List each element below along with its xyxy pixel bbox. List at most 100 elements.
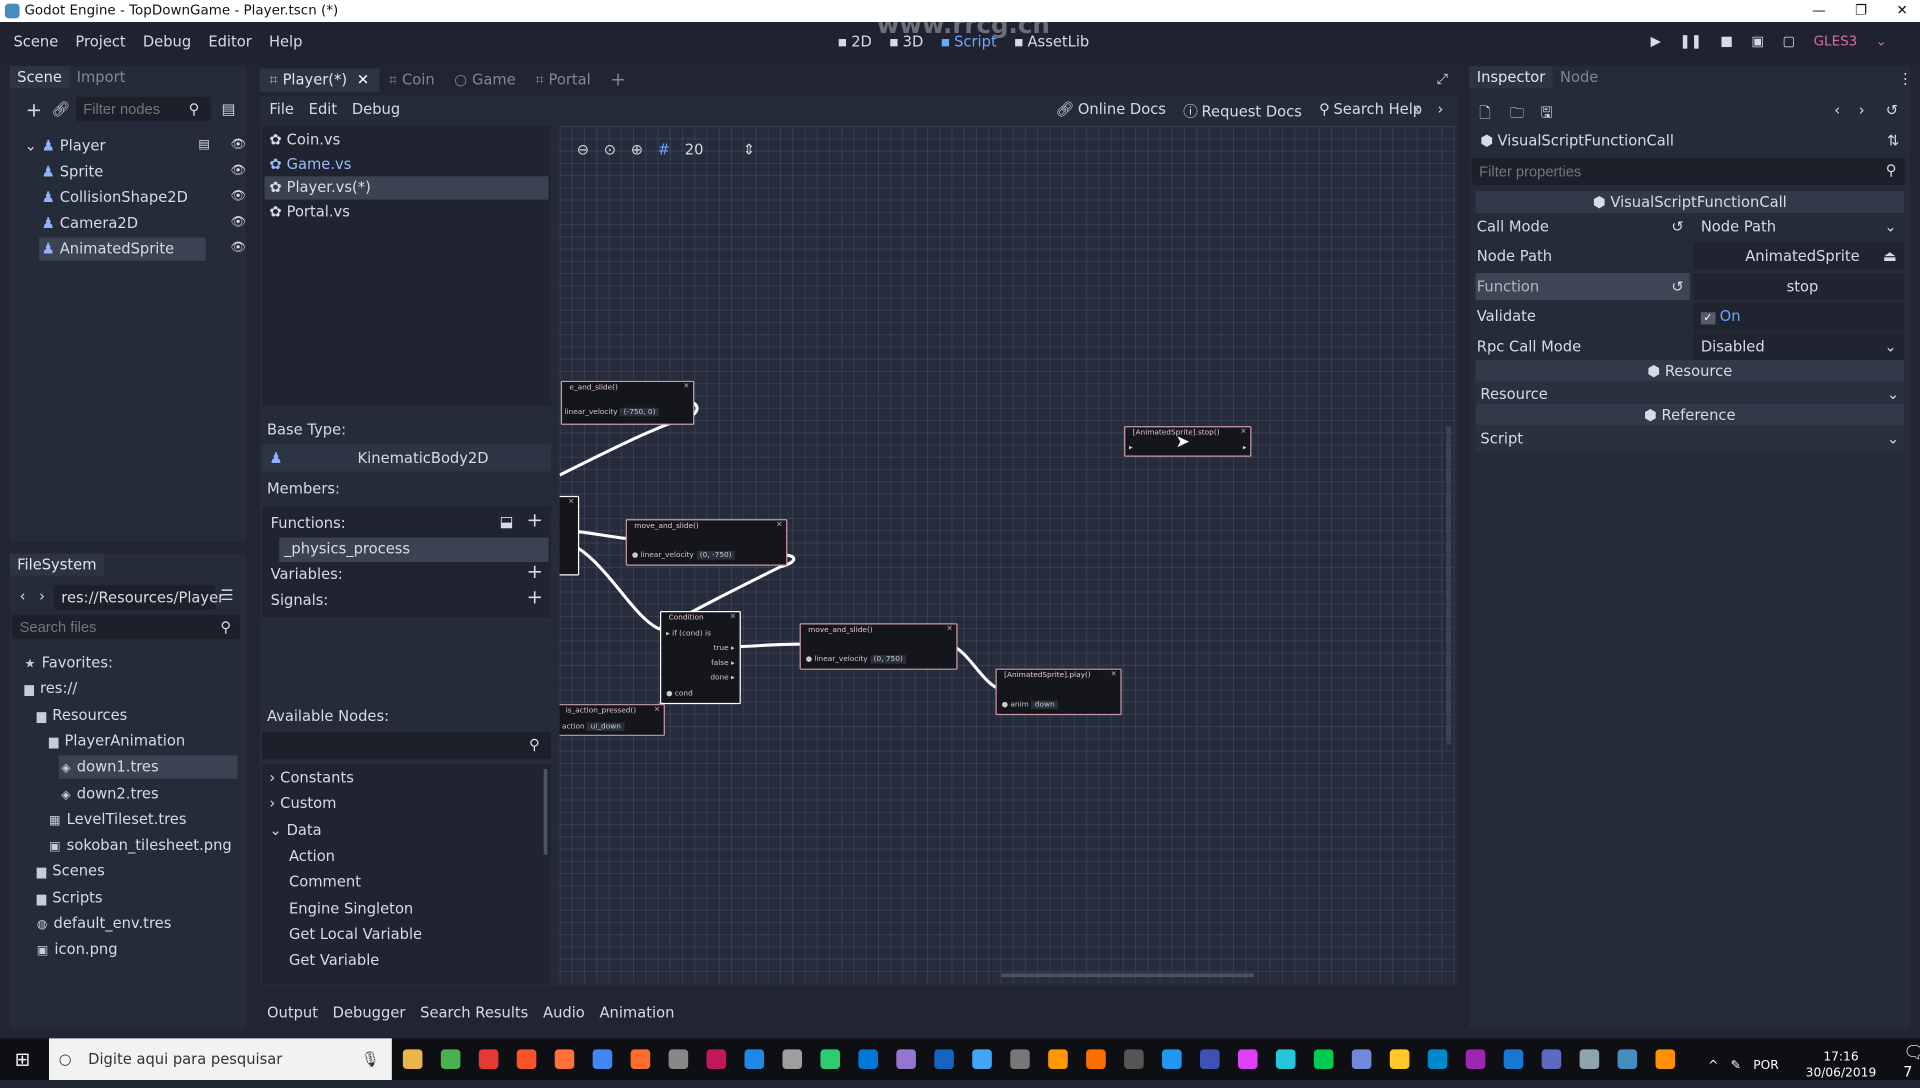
menu-scene[interactable]: Scene xyxy=(13,33,58,50)
tab-node[interactable]: Node xyxy=(1553,66,1606,88)
close-icon[interactable]: ✕ xyxy=(1111,670,1117,679)
taskbar-app-icon[interactable] xyxy=(706,1049,727,1069)
taskbar-app-icon[interactable] xyxy=(972,1049,992,1069)
taskbar-app-icon[interactable] xyxy=(1503,1049,1524,1069)
taskbar-app-icon[interactable] xyxy=(1237,1049,1258,1069)
taskbar-app-icon[interactable] xyxy=(782,1049,803,1069)
microphone-icon[interactable]: 🎙︎ xyxy=(361,1038,380,1080)
taskbar-app-icon[interactable] xyxy=(1086,1049,1106,1069)
add-function-button[interactable]: + xyxy=(527,508,543,531)
close-icon[interactable]: ✕ xyxy=(776,520,782,529)
script-menu-debug[interactable]: Debug xyxy=(352,100,400,117)
node-param-value[interactable]: ui_down xyxy=(587,722,625,732)
section-reference[interactable]: ⬢ Reference xyxy=(1475,404,1905,427)
node-param-value[interactable]: (0, 750) xyxy=(870,655,907,664)
file-item[interactable]: ▆ Scripts xyxy=(34,886,237,909)
tab-player[interactable]: ⌗ Player(*) ✕ xyxy=(259,68,380,92)
save-icon[interactable]: 🖫︎ xyxy=(1540,102,1553,128)
taskbar-app-icon[interactable] xyxy=(1048,1049,1068,1069)
taskbar-app-icon[interactable] xyxy=(820,1049,841,1069)
bottom-tab-debugger[interactable]: Debugger xyxy=(333,1004,406,1021)
taskbar-app-icon[interactable] xyxy=(1427,1049,1448,1069)
graph-node-is-action-pressed[interactable]: is_action_pressed() ✕ action ui_down xyxy=(559,704,665,736)
taskbar-app-icon[interactable] xyxy=(744,1049,765,1069)
notifications-icon[interactable]: 🗨︎7 xyxy=(1903,1043,1920,1088)
add-signal-button[interactable]: + xyxy=(527,585,543,608)
tab-coin[interactable]: ⌗ Coin xyxy=(379,69,444,92)
prev-script-icon[interactable]: ‹ xyxy=(1414,100,1420,117)
graph-node-move-and-slide[interactable]: e_and_slide() ✕ linear_velocity (-750, 0) xyxy=(560,380,695,425)
taskbar-app-icon[interactable] xyxy=(934,1049,954,1069)
bottom-tab-audio[interactable]: Audio xyxy=(543,1004,585,1021)
available-node-item[interactable]: Engine Singleton xyxy=(289,899,413,916)
menu-project[interactable]: Project xyxy=(75,33,125,50)
node-path-field[interactable]: AnimatedSprite ⏏ xyxy=(1693,242,1905,270)
taskbar-app-icon[interactable] xyxy=(1617,1049,1638,1069)
taskbar-app-icon[interactable] xyxy=(1579,1049,1600,1069)
section-visualscriptfunctioncall[interactable]: ⬢ VisualScriptFunctionCall xyxy=(1475,191,1905,214)
collapse-arrow-icon[interactable]: ⌄ xyxy=(24,137,36,154)
add-variable-button[interactable]: + xyxy=(527,560,543,583)
taskbar-app-icon[interactable] xyxy=(1162,1049,1182,1069)
close-icon[interactable]: ✕ xyxy=(654,705,660,714)
taskbar-app-icon[interactable] xyxy=(1124,1049,1144,1069)
help-online-docs[interactable]: 🔗︎ Online Docs xyxy=(1056,100,1166,121)
graph-node-animated-sprite-play[interactable]: [AnimatedSprite].play() ✕ ● anim down xyxy=(995,668,1122,716)
history-forward-icon[interactable]: › xyxy=(1859,102,1865,119)
revert-icon[interactable]: ↺ xyxy=(1671,273,1683,300)
bottom-tab-animation[interactable]: Animation xyxy=(599,1004,674,1021)
language-indicator[interactable]: POR xyxy=(1753,1059,1779,1072)
new-resource-icon[interactable]: 🗋︎ xyxy=(1479,102,1491,128)
pen-icon[interactable]: ✎ xyxy=(1731,1059,1741,1072)
file-item[interactable]: ★ Favorites: xyxy=(22,651,238,674)
next-script-icon[interactable]: › xyxy=(1438,100,1444,117)
tray-chevron-icon[interactable]: ^ xyxy=(1708,1059,1718,1072)
scrollbar[interactable] xyxy=(543,768,548,855)
inspected-object[interactable]: VisualScriptFunctionCall xyxy=(1498,132,1674,149)
close-icon[interactable]: ✕ xyxy=(1240,427,1246,436)
available-node-item[interactable]: › Constants xyxy=(269,769,354,786)
visual-script-graph[interactable]: ⊖ ⊙ ⊕ # 20 ⇕ e_and_slide() ✕ linear_velo… xyxy=(559,126,1455,984)
available-node-item[interactable]: ⌄ Data xyxy=(269,821,321,838)
history-back-icon[interactable]: ‹ xyxy=(1834,102,1840,119)
file-item[interactable]: ▆ PlayerAnimation xyxy=(47,730,238,753)
close-window-button[interactable]: ✕ xyxy=(1896,0,1907,22)
section-resource[interactable]: ⬢ Resource xyxy=(1475,360,1905,383)
play-custom-scene-icon[interactable]: ▢ xyxy=(1783,33,1796,49)
tab-import[interactable]: Import xyxy=(69,66,132,88)
taskbar-search[interactable]: ○ Digite aqui para pesquisar 🎙︎ xyxy=(48,1038,392,1081)
search-files-input[interactable] xyxy=(12,614,241,640)
script-subsection[interactable]: Script ⌄ xyxy=(1475,424,1905,452)
file-item[interactable]: ◍ default_env.tres xyxy=(34,912,237,935)
mode-2d[interactable]: ▪ 2D xyxy=(838,33,872,50)
script-menu-file[interactable]: File xyxy=(269,100,294,117)
file-item[interactable]: ▦ LevelTileset.tres xyxy=(47,808,238,831)
taskbar-app-icon[interactable] xyxy=(1351,1049,1372,1069)
taskbar-app-icon[interactable] xyxy=(1313,1049,1334,1069)
windows-start-icon[interactable]: ⊞ xyxy=(15,1048,30,1070)
clear-icon[interactable]: ⏏ xyxy=(1883,242,1897,269)
taskbar-app-icon[interactable] xyxy=(592,1049,613,1069)
script-list-item[interactable]: ✿ Portal.vs xyxy=(264,200,548,223)
taskbar-app-icon[interactable] xyxy=(440,1049,461,1069)
function-field[interactable]: stop xyxy=(1693,273,1905,301)
script-list-item[interactable]: ✿ Player.vs(*) xyxy=(264,176,549,200)
revert-icon[interactable]: ↺ xyxy=(1671,213,1683,240)
close-icon[interactable]: ✕ xyxy=(946,624,952,633)
filter-properties-input[interactable] xyxy=(1471,157,1906,185)
graph-node-move-and-slide[interactable]: move_and_slide() ✕ ● linear_velocity (0, … xyxy=(799,623,958,670)
available-node-item[interactable]: Comment xyxy=(289,873,361,890)
taskbar-app-icon[interactable] xyxy=(1541,1049,1562,1069)
graph-node-partial[interactable]: ✕ xyxy=(559,495,580,576)
path-field[interactable]: res://Resources/Player xyxy=(53,585,224,610)
taskbar-app-icon[interactable] xyxy=(668,1049,689,1069)
available-nodes-search[interactable]: ⚲ xyxy=(262,732,552,760)
file-item[interactable]: ▣ sokoban_tilesheet.png xyxy=(47,834,238,857)
more-options-icon[interactable]: ⋮ xyxy=(1898,70,1913,87)
maximize-button[interactable]: ❐ xyxy=(1855,0,1867,22)
override-function-icon[interactable]: ⬓ xyxy=(500,513,514,530)
horizontal-scrollbar[interactable] xyxy=(1001,973,1254,978)
scene-tree-item[interactable]: ♟ CollisionShape2D xyxy=(39,186,206,209)
graph-node-move-and-slide[interactable]: move_and_slide() ✕ ● linear_velocity (0, … xyxy=(625,519,788,566)
file-item[interactable]: ◈ down2.tres xyxy=(59,782,238,805)
